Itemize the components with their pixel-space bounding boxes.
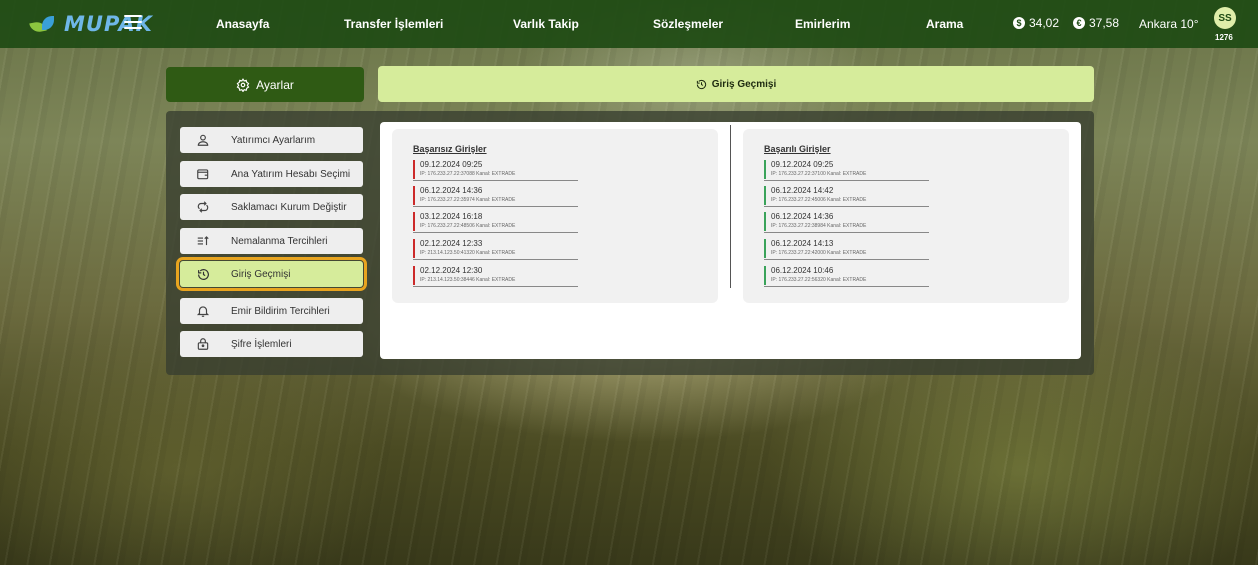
- list-item: 06.12.2024 10:46 IP: 176.233.27.22:56320…: [764, 265, 929, 287]
- list-item: 06.12.2024 14:36 IP: 176.233.27.22:35974…: [413, 185, 578, 207]
- sort-icon: [195, 233, 211, 249]
- login-datetime: 06.12.2024 14:36: [771, 212, 834, 221]
- list-item: 02.12.2024 12:30 IP: 213.14.123.50:38446…: [413, 265, 578, 287]
- euro-icon: €: [1073, 17, 1085, 29]
- nav-transfer-islemleri[interactable]: Transfer İşlemleri: [344, 17, 443, 31]
- login-datetime: 06.12.2024 14:42: [771, 186, 834, 195]
- wallet-icon: [195, 166, 211, 182]
- login-datetime: 02.12.2024 12:30: [420, 266, 483, 275]
- logo-mark-icon: [29, 14, 60, 34]
- login-datetime: 02.12.2024 12:33: [420, 239, 483, 248]
- page-title-text: Giriş Geçmişi: [711, 78, 777, 90]
- menu-item-label: Emir Bildirim Tercihleri: [231, 305, 330, 317]
- login-datetime: 09.12.2024 09:25: [771, 160, 834, 169]
- success-marker: [764, 266, 766, 285]
- history-icon: [696, 79, 706, 89]
- login-info: IP: 213.14.123.50:41320 Kanal: EXTRADE: [420, 250, 516, 256]
- bell-icon: [195, 303, 211, 319]
- usd-rate: $ 34,02: [1013, 16, 1059, 30]
- login-info: IP: 176.233.27.22:56320 Kanal: EXTRADE: [771, 277, 867, 283]
- menu-item-saklamaci-kurum[interactable]: Saklamacı Kurum Değiştir: [180, 194, 363, 220]
- nav-sozlesmeler[interactable]: Sözleşmeler: [653, 17, 723, 31]
- login-info: IP: 176.233.27.22:37088 Kanal: EXTRADE: [420, 171, 516, 177]
- divider: [730, 125, 731, 288]
- menu-item-label: Ana Yatırım Hesabı Seçimi: [231, 168, 351, 180]
- menu-item-yatirimci-ayarlarim[interactable]: Yatırımcı Ayarlarım: [180, 127, 363, 153]
- nav-emirlerim[interactable]: Emirlerim: [795, 17, 850, 31]
- successful-logins-title: Başarılı Girişler: [764, 144, 831, 154]
- success-marker: [764, 160, 766, 179]
- failed-marker: [413, 186, 415, 205]
- dollar-icon: $: [1013, 17, 1025, 29]
- list-item: 02.12.2024 12:33 IP: 213.14.123.50:41320…: [413, 238, 578, 260]
- settings-tab-label: Ayarlar: [256, 77, 294, 92]
- success-marker: [764, 186, 766, 205]
- login-info: IP: 176.233.27.22:38984 Kanal: EXTRADE: [771, 223, 867, 229]
- settings-tab[interactable]: Ayarlar: [166, 67, 364, 102]
- nav-arama[interactable]: Arama: [926, 17, 963, 31]
- success-marker: [764, 239, 766, 258]
- top-navbar: MUPAK Anasayfa Transfer İşlemleri Varlık…: [0, 0, 1258, 48]
- menu-item-giris-gecmisi[interactable]: Giriş Geçmişi: [176, 257, 367, 291]
- login-info: IP: 176.233.27.22:35974 Kanal: EXTRADE: [420, 197, 516, 203]
- user-code: 1276: [1215, 33, 1233, 42]
- failed-marker: [413, 266, 415, 285]
- login-datetime: 06.12.2024 14:13: [771, 239, 834, 248]
- login-info: IP: 176.233.27.22:37100 Kanal: EXTRADE: [771, 171, 867, 177]
- login-datetime: 09.12.2024 09:25: [420, 160, 483, 169]
- hamburger-menu-icon[interactable]: [124, 15, 142, 31]
- menu-item-sifre-islemleri[interactable]: Şifre İşlemleri: [180, 331, 363, 357]
- list-item: 06.12.2024 14:42 IP: 176.233.27.22:45006…: [764, 185, 929, 207]
- eur-rate-value: 37,58: [1089, 16, 1120, 30]
- nav-varlik-takip[interactable]: Varlık Takip: [513, 17, 579, 31]
- list-item: 06.12.2024 14:36 IP: 176.233.27.22:38984…: [764, 211, 929, 233]
- login-datetime: 06.12.2024 14:36: [420, 186, 483, 195]
- login-datetime: 03.12.2024 16:18: [420, 212, 483, 221]
- login-info: IP: 176.233.27.22:42000 Kanal: EXTRADE: [771, 250, 867, 256]
- menu-item-label: Şifre İşlemleri: [231, 338, 292, 350]
- menu-item-label: Saklamacı Kurum Değiştir: [231, 201, 347, 213]
- lock-icon: [195, 336, 211, 352]
- usd-rate-value: 34,02: [1029, 16, 1060, 30]
- failed-marker: [413, 212, 415, 231]
- menu-item-label: Nemalanma Tercihleri: [231, 235, 328, 247]
- user-icon: [195, 132, 211, 148]
- login-datetime: 06.12.2024 10:46: [771, 266, 834, 275]
- gear-icon: [236, 77, 250, 92]
- menu-item-ana-yatirim-hesabi[interactable]: Ana Yatırım Hesabı Seçimi: [180, 161, 363, 187]
- eur-rate: € 37,58: [1073, 16, 1119, 30]
- weather-info: Ankara 10°: [1139, 17, 1199, 31]
- swap-icon: [195, 199, 211, 215]
- login-info: IP: 176.233.27.22:45006 Kanal: EXTRADE: [771, 197, 867, 203]
- menu-item-label: Giriş Geçmişi: [231, 268, 291, 280]
- nav-anasayfa[interactable]: Anasayfa: [216, 17, 269, 31]
- failed-marker: [413, 160, 415, 179]
- menu-item-label: Yatırımcı Ayarlarım: [231, 134, 316, 146]
- list-item: 09.12.2024 09:25 IP: 176.233.27.22:37088…: [413, 159, 578, 181]
- login-info: IP: 176.233.27.22:48506 Kanal: EXTRADE: [420, 223, 516, 229]
- user-avatar[interactable]: SS: [1214, 7, 1236, 29]
- failed-logins-title: Başarısız Girişler: [413, 144, 487, 154]
- menu-item-emir-bildirim[interactable]: Emir Bildirim Tercihleri: [180, 298, 363, 324]
- failed-marker: [413, 239, 415, 258]
- login-info: IP: 213.14.123.50:38446 Kanal: EXTRADE: [420, 277, 516, 283]
- page-title: Giriş Geçmişi: [378, 66, 1094, 102]
- list-item: 09.12.2024 09:25 IP: 176.233.27.22:37100…: [764, 159, 929, 181]
- list-item: 03.12.2024 16:18 IP: 176.233.27.22:48506…: [413, 211, 578, 233]
- menu-item-nemalanma-tercihleri[interactable]: Nemalanma Tercihleri: [180, 228, 363, 254]
- history-icon: [195, 266, 211, 282]
- list-item: 06.12.2024 14:13 IP: 176.233.27.22:42000…: [764, 238, 929, 260]
- success-marker: [764, 212, 766, 231]
